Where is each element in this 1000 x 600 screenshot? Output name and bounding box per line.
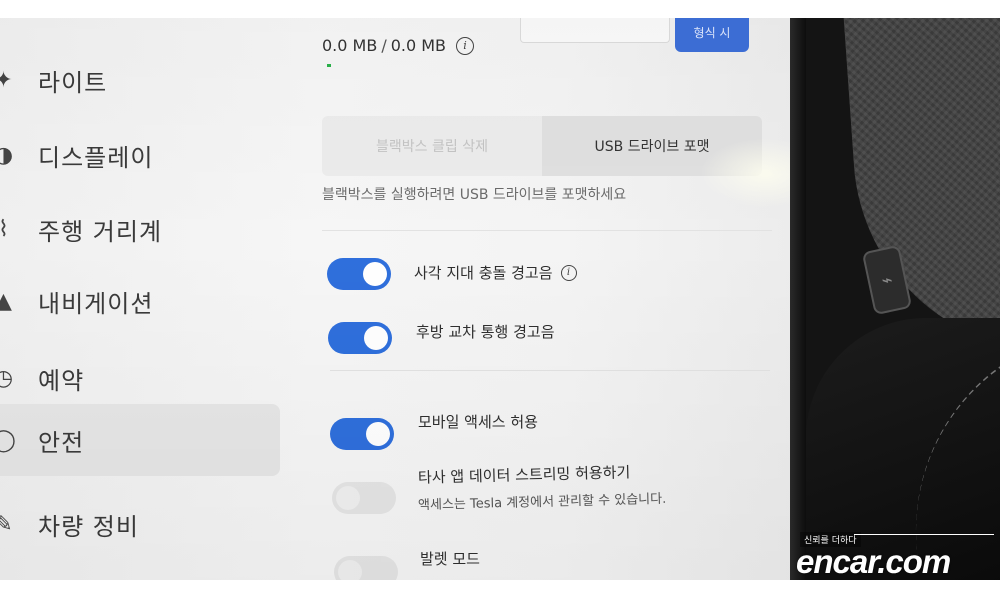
toggle-label-text: 타사 앱 데이터 스트리밍 허용하기 bbox=[417, 463, 631, 487]
sidebar-item-label: 라이트 bbox=[38, 68, 108, 97]
storage-used: 0.0 MB bbox=[322, 36, 378, 55]
toggle-knob bbox=[366, 422, 390, 446]
sidebar-item-label: 예약 bbox=[38, 366, 85, 395]
sidebar-item-display[interactable]: ◑ 디스플레이 bbox=[0, 125, 280, 185]
rear-cross-traffic-chime-label: 후방 교차 통행 경고음 bbox=[416, 321, 555, 342]
sidebar-item-safety[interactable]: ◯ 안전 bbox=[0, 404, 280, 476]
wrench-icon: ✎ bbox=[0, 511, 14, 537]
safety-icon: ◯ bbox=[0, 427, 17, 453]
toggle-knob bbox=[364, 326, 388, 350]
sidebar-item-label: 디스플레이 bbox=[38, 143, 154, 172]
blind-spot-chime-label: 사각 지대 충돌 경고음 i bbox=[414, 262, 577, 283]
navigation-icon: ▲ bbox=[0, 288, 13, 314]
divider bbox=[330, 370, 770, 371]
encar-watermark: 신뢰를 더하다 encar.com bbox=[796, 528, 1000, 580]
mobile-access-toggle[interactable] bbox=[330, 418, 394, 450]
valet-mode-label: 발렛 모드 bbox=[420, 548, 480, 569]
toggle-label-text: 후방 교차 통행 경고음 bbox=[416, 323, 555, 341]
sidebar-item-trips[interactable]: ⌇ 주행 거리계 bbox=[0, 199, 280, 259]
top-partial-button[interactable]: 형식 시 bbox=[675, 18, 749, 52]
toggle-label-text: 사각 지대 충돌 경고음 bbox=[414, 264, 553, 282]
third-party-streaming-sublabel: 액세스는 Tesla 계정에서 관리할 수 있습니다. bbox=[417, 491, 667, 514]
storage-total: 0.0 MB bbox=[390, 36, 447, 55]
sidebar-item-schedule[interactable]: ◷ 예약 bbox=[0, 348, 280, 408]
info-icon[interactable]: i bbox=[456, 36, 475, 55]
toggle-knob bbox=[363, 262, 387, 286]
sidebar-item-label: 안전 bbox=[38, 428, 85, 457]
watermark-line bbox=[854, 534, 994, 535]
sidebar-item-lights[interactable]: ✦ 라이트 bbox=[0, 50, 280, 110]
settings-sidebar: ✦ 라이트 ◑ 디스플레이 ⌇ 주행 거리계 ▲ 내비게이션 ◷ 예약 ◯ 안전 bbox=[0, 18, 300, 580]
sidebar-item-service[interactable]: ✎ 차량 정비 bbox=[0, 494, 280, 554]
toggle-knob bbox=[338, 560, 362, 580]
display-icon: ◑ bbox=[0, 142, 15, 168]
sidebar-item-label: 내비게이션 bbox=[38, 289, 154, 318]
mobile-access-label: 모바일 액세스 허용 bbox=[418, 411, 538, 432]
storage-separator: / bbox=[381, 36, 387, 55]
top-partial-field[interactable] bbox=[520, 18, 670, 43]
screen-bezel bbox=[790, 18, 806, 580]
sidebar-item-navigation[interactable]: ▲ 내비게이션 bbox=[0, 271, 280, 331]
toggle-label-text: 모바일 액세스 허용 bbox=[418, 413, 538, 431]
storage-usage-bar bbox=[327, 64, 331, 67]
photo-frame: ✦ 라이트 ◑ 디스플레이 ⌇ 주행 거리계 ▲ 내비게이션 ◷ 예약 ◯ 안전 bbox=[0, 18, 1000, 580]
toggle-label-text: 발렛 모드 bbox=[420, 550, 480, 568]
rear-cross-traffic-chime-toggle[interactable] bbox=[328, 322, 392, 354]
dashcam-format-hint: 블랙박스를 실행하려면 USB 드라이브를 포맷하세요 bbox=[322, 187, 627, 203]
schedule-icon: ◷ bbox=[0, 365, 15, 391]
sidebar-item-label: 주행 거리계 bbox=[38, 217, 163, 246]
touchscreen: ✦ 라이트 ◑ 디스플레이 ⌇ 주행 거리계 ▲ 내비게이션 ◷ 예약 ◯ 안전 bbox=[0, 18, 830, 580]
encar-logo: encar.com bbox=[796, 543, 951, 580]
format-usb-button[interactable]: USB 드라이브 포맷 bbox=[542, 116, 762, 176]
toggle-knob bbox=[336, 486, 360, 510]
blind-spot-chime-toggle[interactable] bbox=[327, 258, 391, 290]
delete-dashcam-clips-button[interactable]: 블랙박스 클립 삭제 bbox=[322, 116, 542, 176]
trip-icon: ⌇ bbox=[0, 216, 10, 242]
third-party-streaming-toggle[interactable] bbox=[332, 482, 396, 514]
light-icon: ✦ bbox=[0, 67, 14, 93]
info-icon[interactable]: i bbox=[560, 264, 577, 281]
dashcam-actions: 블랙박스 클립 삭제 USB 드라이브 포맷 bbox=[322, 116, 762, 176]
usb-storage-readout: 0.0 MB / 0.0 MB i bbox=[322, 36, 475, 55]
valet-mode-toggle[interactable] bbox=[334, 556, 398, 580]
divider bbox=[322, 230, 772, 231]
third-party-streaming-label: 타사 앱 데이터 스트리밍 허용하기 bbox=[418, 461, 631, 488]
sidebar-item-label: 차량 정비 bbox=[38, 512, 139, 541]
